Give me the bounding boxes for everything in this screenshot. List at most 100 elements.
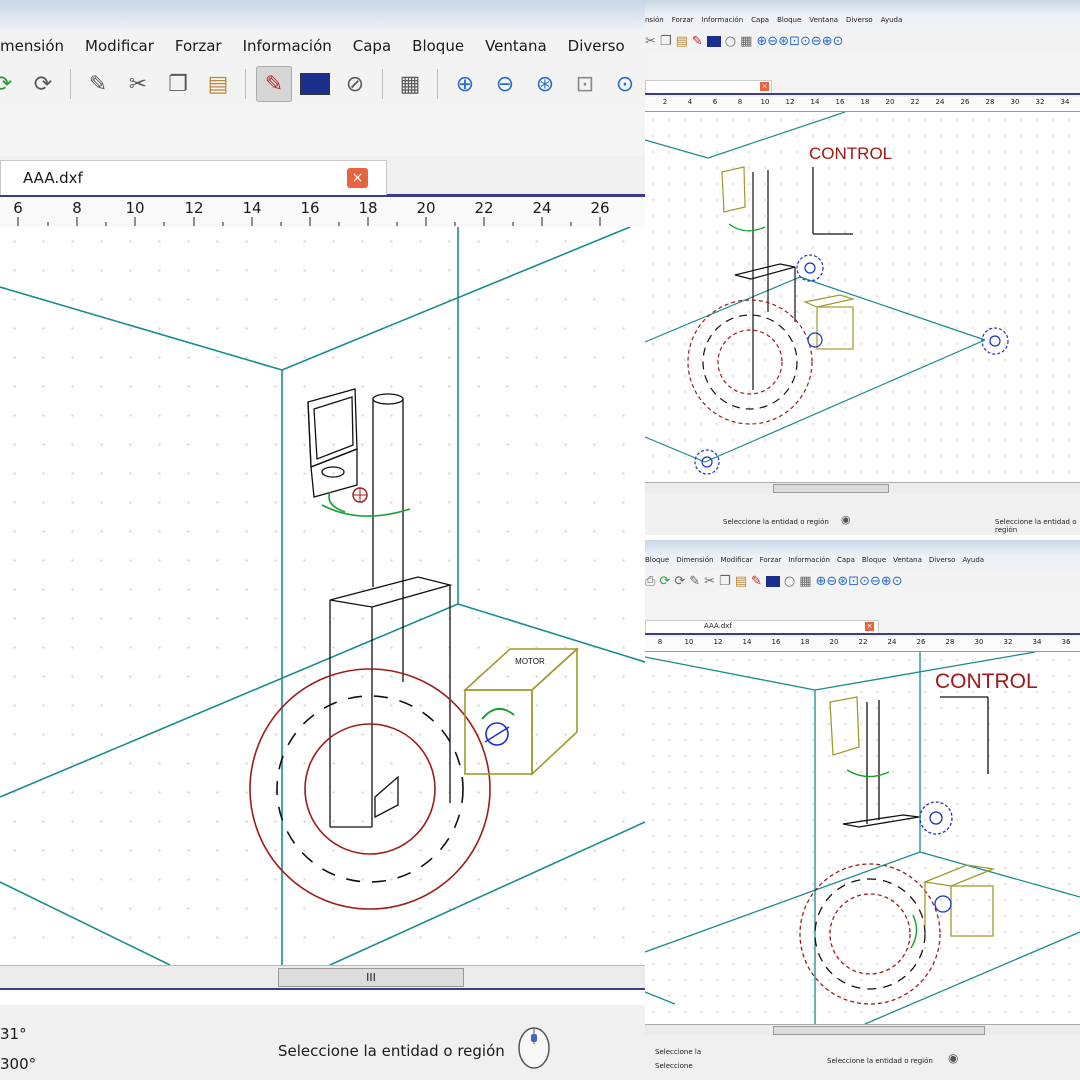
ruler-tick-label: 18	[800, 638, 810, 646]
redo-icon[interactable]: ⟳	[0, 67, 20, 101]
menu-item[interactable]: Diverso	[929, 556, 956, 570]
drawing-canvas[interactable]: MOTOR	[0, 226, 645, 966]
copy-icon[interactable]: ❐	[660, 34, 672, 49]
paste-icon[interactable]: ▤	[735, 574, 747, 589]
menu-item[interactable]: Bloque	[862, 556, 886, 570]
zoom-prev-icon[interactable]: ⊙	[608, 67, 642, 101]
menu-item[interactable]: Forzar	[672, 16, 694, 30]
menu-item[interactable]: Información	[788, 556, 830, 570]
menu-bar: Bloque Dimensión Modificar Forzar Inform…	[645, 556, 1080, 570]
motor-axis	[934, 895, 952, 913]
grid-icon[interactable]: ▦	[799, 574, 811, 589]
menu-capa[interactable]: Capa	[353, 37, 391, 55]
scroll-thumb[interactable]: III	[278, 968, 464, 987]
scroll-thumb[interactable]	[773, 1026, 985, 1035]
grid-icon[interactable]: ▦	[393, 67, 427, 101]
undo-icon[interactable]: ⟳	[26, 67, 60, 101]
room-outline	[645, 651, 1080, 1025]
zoom-window-icon[interactable]: ⊡	[568, 67, 602, 101]
horizontal-scrollbar[interactable]	[645, 1024, 1080, 1035]
paste-icon[interactable]: ▤	[201, 67, 235, 101]
menu-bar: nsión Forzar Información Capa Bloque Ven…	[645, 16, 1080, 30]
menu-item[interactable]: Bloque	[777, 16, 801, 30]
menu-item[interactable]: Capa	[751, 16, 769, 30]
draw-icon[interactable]: ✎	[692, 34, 703, 49]
title-bar	[645, 0, 1080, 16]
ruler-tick-label: 32	[1035, 98, 1045, 106]
ruler-tick-label: 34	[1032, 638, 1042, 646]
ruler-ticks	[17, 217, 601, 226]
document-tab[interactable]: AAA.dxf ×	[0, 160, 387, 195]
horizontal-scrollbar[interactable]	[645, 482, 1080, 493]
scroll-thumb[interactable]	[773, 484, 889, 493]
menu-dimension[interactable]: mensión	[0, 37, 64, 55]
menu-item[interactable]: Forzar	[760, 556, 782, 570]
color-icon[interactable]	[298, 67, 332, 101]
toolbar-separator	[70, 69, 71, 99]
drawing-canvas[interactable]: CONTROL	[645, 111, 1080, 482]
menu-item[interactable]: Ayuda	[962, 556, 984, 570]
menu-item[interactable]: Ayuda	[881, 16, 903, 30]
draw-icon[interactable]: ✎	[751, 574, 762, 589]
paste-icon[interactable]: ▤	[676, 34, 688, 49]
horizontal-ruler: 8 10 12 14 16 18 20 22 24 26 28 30 32 34…	[645, 637, 1080, 652]
print-icon[interactable]: ⎙	[645, 574, 655, 589]
menu-item[interactable]: nsión	[645, 16, 664, 30]
menu-item[interactable]: Información	[702, 16, 744, 30]
horizontal-scrollbar[interactable]: III	[0, 965, 645, 988]
ruler-tick-label: 2	[662, 98, 668, 106]
menu-modificar[interactable]: Modificar	[85, 37, 154, 55]
scissors-icon[interactable]: ✂	[121, 67, 155, 101]
zoom-in-icon[interactable]: ⊕	[448, 67, 482, 101]
menu-informacion[interactable]: Información	[243, 37, 332, 55]
pencil-icon[interactable]: ✎	[689, 574, 700, 589]
menu-item[interactable]: Ventana	[893, 556, 922, 570]
menu-bloque[interactable]: Bloque	[412, 37, 464, 55]
ruler-tick-label: 28	[945, 638, 955, 646]
tab-underline	[645, 633, 1080, 635]
ruler-tick-label: 12	[785, 98, 795, 106]
menu-item[interactable]: Dimensión	[676, 556, 713, 570]
draw-icon[interactable]: ✎	[256, 66, 292, 102]
grid-icon[interactable]: ▦	[740, 34, 752, 49]
zoom-out-icon[interactable]: ⊖	[488, 67, 522, 101]
control-label: CONTROL	[809, 144, 892, 163]
room-outline	[645, 111, 986, 463]
tab-underline	[645, 93, 1080, 95]
zoom-in-icon[interactable]: ⊕⊖⊛⊡⊙⊖⊕⊙	[816, 574, 903, 589]
circle-slash-icon[interactable]: ⊘	[338, 67, 372, 101]
close-icon[interactable]: ×	[347, 168, 368, 188]
scissors-icon[interactable]: ✂	[704, 574, 715, 589]
menu-item[interactable]: Ventana	[809, 16, 838, 30]
toolbar: ✂ ❐ ▤ ✎ ○ ▦ ⊕⊖⊛⊡⊙⊖⊕⊙	[645, 30, 1080, 52]
circle-slash-icon[interactable]: ○	[784, 574, 795, 589]
close-icon[interactable]: ×	[760, 82, 769, 91]
title-bar	[645, 540, 1080, 556]
color-icon[interactable]	[706, 35, 721, 47]
color-icon[interactable]	[765, 575, 780, 587]
status-message: Seleccione la entidad o región	[278, 1042, 505, 1060]
menu-item[interactable]: Diverso	[846, 16, 873, 30]
toolbar-separator	[382, 69, 383, 99]
close-icon[interactable]: ×	[865, 622, 874, 631]
menu-ventana[interactable]: Ventana	[485, 37, 547, 55]
copy-icon[interactable]: ❐	[719, 574, 731, 589]
drawing-canvas[interactable]: CONTROL	[645, 651, 1080, 1025]
undo-icon[interactable]: ⟳	[674, 574, 685, 589]
ruler-tick-label: 24	[887, 638, 897, 646]
menu-item[interactable]: Bloque	[645, 556, 669, 570]
column	[372, 393, 404, 682]
zoom-in-icon[interactable]: ⊕⊖⊛⊡⊙⊖⊕⊙	[756, 34, 843, 49]
circle-slash-icon[interactable]: ○	[725, 34, 736, 49]
scissors-icon[interactable]: ✂	[645, 34, 656, 49]
pencil-icon[interactable]: ✎	[81, 67, 115, 101]
copy-icon[interactable]: ❐	[161, 67, 195, 101]
horizontal-ruler: 2 4 6 8 10 12 14 16 18 20 22 24 26 28 30…	[645, 97, 1080, 112]
menu-diverso[interactable]: Diverso	[568, 37, 625, 55]
zoom-auto-icon[interactable]: ⊛	[528, 67, 562, 101]
menu-item[interactable]: Modificar	[720, 556, 752, 570]
menu-item[interactable]: Capa	[837, 556, 855, 570]
menu-forzar[interactable]: Forzar	[175, 37, 222, 55]
redo-icon[interactable]: ⟳	[659, 574, 670, 589]
ruler-tick-label: 14	[810, 98, 820, 106]
